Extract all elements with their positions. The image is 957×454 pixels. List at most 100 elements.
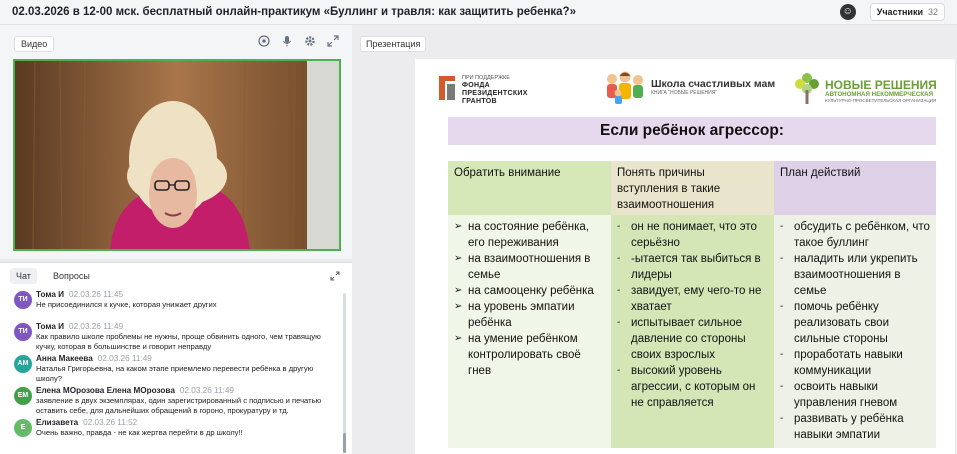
- speaker-video: [13, 59, 341, 251]
- column-cell: - обсудить с ребёнком, что такое буллинг -…: [774, 215, 936, 448]
- bullet-marker: -: [780, 221, 784, 232]
- video-tab[interactable]: Видео: [14, 36, 55, 52]
- list-item-text: -ытается так выбиться в лидеры: [631, 253, 761, 281]
- presentation-tab[interactable]: Презентация: [360, 36, 427, 52]
- tree-icon: [793, 72, 821, 111]
- list-item-text: проработать навыки коммуникации: [794, 349, 903, 377]
- bullet-marker: ➢: [454, 301, 463, 312]
- chat-message: ТИ Тома И 02.03.26 11:45 Не присоединился…: [0, 289, 344, 321]
- slide: ПРИ ПОДДЕРЖКЕ ФОНДА ПРЕЗИДЕНТСКИХ ГРАНТО…: [415, 59, 955, 454]
- list-item: ➢ на умение ребёнком контролировать своё …: [454, 331, 605, 379]
- list-item-text: на самооценку ребёнка: [468, 285, 594, 297]
- bullet-marker: -: [780, 301, 784, 312]
- column-cell: ➢ на состояние ребёнка, его переживания ➢ н…: [448, 215, 611, 448]
- org-logo-sub: АВТОНОМНАЯ НЕКОММЕРЧЕСКАЯ: [825, 91, 934, 98]
- message-author: Анна Макеева: [36, 354, 93, 363]
- chat-message: АМ Анна Макеева 02.03.26 11:49 Наталья Гр…: [0, 353, 344, 385]
- microphone-icon[interactable]: [280, 34, 294, 48]
- slide-table: Обратить внимание Понять причины вступле…: [448, 161, 936, 448]
- bullet-marker: -: [780, 349, 784, 360]
- list-item-text: обсудить с ребёнком, что такое буллинг: [794, 221, 930, 249]
- bullet-marker: ➢: [454, 221, 463, 232]
- list-item-text: развивать у ребёнка навыки эмпатии: [794, 413, 904, 441]
- list-item: - проработать навыки коммуникации: [780, 347, 930, 379]
- list-item-text: на умение ребёнком контролировать своё г…: [468, 333, 581, 377]
- message-time: 02.03.26 11:45: [69, 290, 124, 299]
- bullet-marker: -: [617, 285, 621, 296]
- location-icon[interactable]: [257, 34, 271, 48]
- message-text: Очень важно, правда - не как жертва пере…: [36, 428, 243, 437]
- bullet-marker: -: [780, 381, 784, 392]
- bullet-marker: ➢: [454, 285, 463, 296]
- school-logo-name: Школа счастливых мам: [651, 78, 776, 90]
- chat-scrollbar[interactable]: [343, 293, 346, 453]
- webinar-title: 02.03.2026 в 12-00 мск. бесплатный онлай…: [12, 6, 576, 18]
- message-time: 02.03.26 11:49: [97, 354, 152, 363]
- list-item: ➢ на состояние ребёнка, его переживания: [454, 219, 605, 251]
- list-item-text: наладить или укрепить взаимоотношения в …: [794, 253, 918, 297]
- list-item: - наладить или укрепить взаимоотношения в…: [780, 251, 930, 299]
- message-author: Елена МОрозова Елена МОрозова: [36, 386, 175, 395]
- bullet-marker: -: [617, 317, 621, 328]
- fund-logo-line3: ГРАНТОВ: [462, 98, 497, 105]
- expand-icon[interactable]: [326, 34, 340, 48]
- video-panel: Видео: [0, 25, 352, 259]
- school-logo: Школа счастливых мам КНИГА "НОВЫЕ РЕШЕНИ…: [603, 69, 775, 105]
- school-logo-sub: КНИГА "НОВЫЕ РЕШЕНИЯ": [651, 90, 718, 96]
- message-time: 02.03.26 11:49: [179, 386, 234, 395]
- kids-illustration-icon: [603, 69, 647, 105]
- message-author: Тома И: [36, 290, 65, 299]
- scroll-thumb[interactable]: [343, 433, 346, 453]
- fund-logo-line1: ФОНДА: [462, 82, 491, 89]
- slide-title-bar: Если ребёнок агрессор:: [448, 117, 936, 145]
- list-item: - -ытается так выбиться в лидеры: [617, 251, 768, 283]
- top-bar: 02.03.2026 в 12-00 мск. бесплатный онлай…: [0, 0, 957, 25]
- org-logo-sub2: КУЛЬТУРНО-ПРОСВЕТИТЕЛЬСКАЯ ОРГАНИЗАЦИЯ: [825, 98, 937, 103]
- fund-logo: ПРИ ПОДДЕРЖКЕ ФОНДА ПРЕЗИДЕНТСКИХ ГРАНТО…: [437, 74, 528, 106]
- chat-message: ЕМ Елена МОрозова Елена МОрозова 02.03.26…: [0, 385, 344, 417]
- org-logo: НОВЫЕ РЕШЕНИЯ АВТОНОМНАЯ НЕКОММЕРЧЕСКАЯ …: [793, 72, 937, 111]
- column-header: Понять причины вступления в такие взаимо…: [611, 161, 774, 215]
- list-item-text: он не понимает, что это серьёзно: [631, 221, 757, 249]
- message-author: Елизавета: [36, 418, 79, 427]
- participants-label: Участники: [876, 7, 923, 17]
- column-header: Обратить внимание: [448, 161, 611, 215]
- expand-chat-icon[interactable]: [330, 271, 340, 284]
- bullet-marker: -: [617, 365, 621, 376]
- list-item: - высокий уровень агрессии, с которым он …: [617, 363, 768, 411]
- list-item: ➢ на уровень эмпатии ребёнка: [454, 299, 605, 331]
- message-text: заявление в двух экземплярах, один зарег…: [36, 396, 322, 415]
- participants-button[interactable]: Участники 32: [869, 3, 945, 21]
- list-item: ➢ на самооценку ребёнка: [454, 283, 605, 299]
- fund-logo-small: ПРИ ПОДДЕРЖКЕ: [462, 75, 510, 81]
- tab-chat[interactable]: Чат: [10, 268, 37, 284]
- list-item: - испытывает сильное давление со стороны …: [617, 315, 768, 363]
- bullet-marker: -: [780, 253, 784, 264]
- list-item: - завидует, ему чего-то не хватает: [617, 283, 768, 315]
- avatar: АМ: [14, 355, 32, 373]
- list-item-text: освоить навыки управления гневом: [794, 381, 898, 409]
- chat-panel: Чат Вопросы ТИ Тома И 02.03.26 11:45 Не п…: [0, 262, 352, 454]
- list-item-text: испытывает сильное давление со стороны с…: [631, 317, 746, 361]
- slide-title: Если ребёнок агрессор:: [600, 122, 784, 139]
- list-item-text: помочь ребёнку реализовать свои сильные …: [794, 301, 889, 345]
- bullet-marker: -: [617, 221, 621, 232]
- list-item-text: на взаимоотношения в семье: [468, 253, 591, 281]
- list-item: - освоить навыки управления гневом: [780, 379, 930, 411]
- list-item-text: высокий уровень агрессии, с которым он н…: [631, 365, 756, 409]
- reaction-icon[interactable]: ☺: [839, 4, 856, 20]
- bullet-marker: -: [617, 253, 621, 264]
- tab-questions[interactable]: Вопросы: [47, 268, 96, 284]
- bullet-marker: ➢: [454, 253, 463, 264]
- column-cell: - он не понимает, что это серьёзно - -ытает…: [611, 215, 774, 448]
- message-list: ТИ Тома И 02.03.26 11:45 Не присоединился…: [0, 289, 344, 449]
- list-item-text: на уровень эмпатии ребёнка: [468, 301, 575, 329]
- bullet-marker: ➢: [454, 333, 463, 344]
- message-time: 02.03.26 11:52: [83, 418, 138, 427]
- gear-icon[interactable]: [303, 34, 317, 48]
- list-item: - развивать у ребёнка навыки эмпатии: [780, 411, 930, 443]
- column-header: План действий: [774, 161, 936, 215]
- speaker-video-image: [15, 61, 339, 249]
- avatar: ТИ: [14, 323, 32, 341]
- list-item: - обсудить с ребёнком, что такое буллинг: [780, 219, 930, 251]
